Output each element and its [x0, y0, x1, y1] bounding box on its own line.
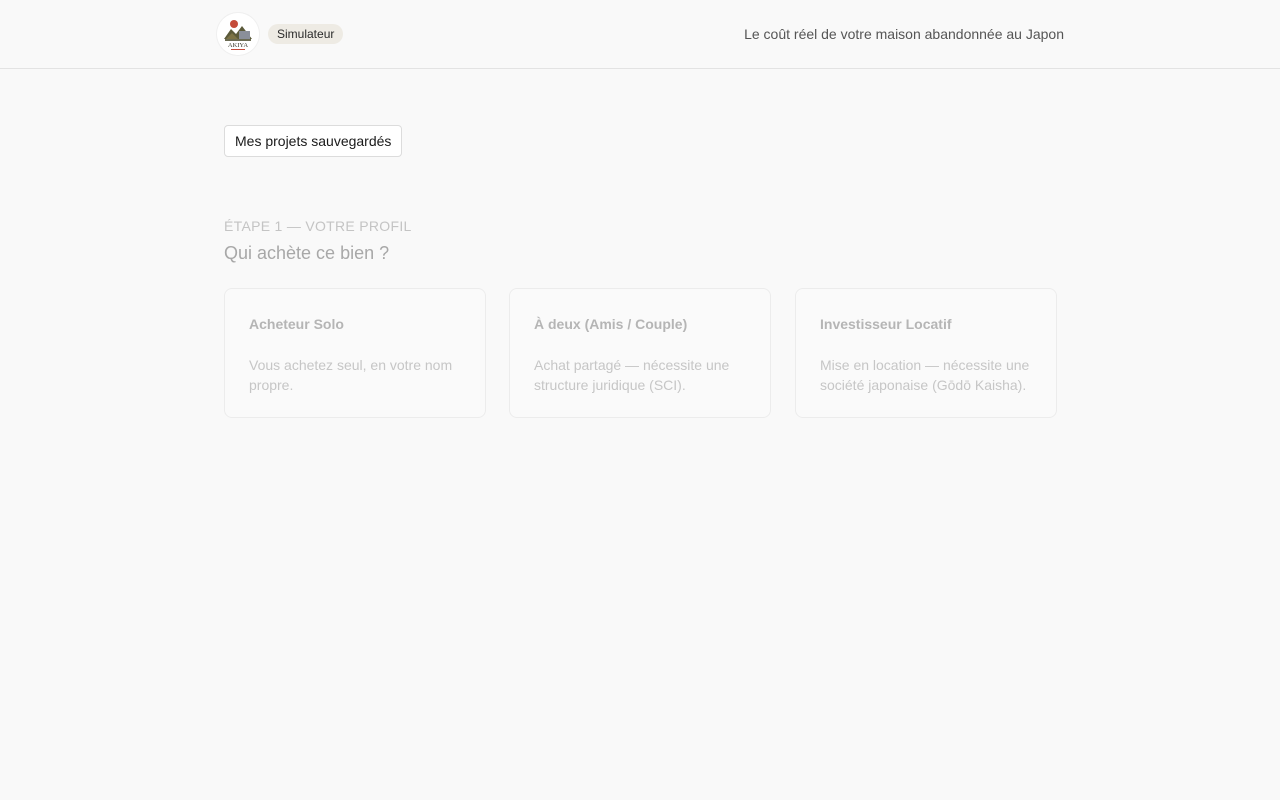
profile-card-title: Acheteur Solo: [249, 316, 344, 332]
saved-projects-button[interactable]: Mes projets sauvegardés: [224, 125, 403, 157]
profile-card-title: Investisseur Locatif: [820, 316, 952, 332]
profile-card-investor[interactable]: Investisseur Locatif Mise en location — …: [795, 288, 1057, 418]
profile-card-couple[interactable]: À deux (Amis / Couple) Achat partagé — n…: [509, 288, 771, 418]
simulator-badge: Simulateur: [268, 24, 344, 44]
profile-card-description: Vous achetez seul, en votre nom propre.: [249, 357, 453, 393]
step-question: Qui achète ce bien ?: [224, 243, 390, 263]
akiya-logo[interactable]: AKIYA: [217, 13, 259, 55]
top-bar: AKIYA Simulateur Le coût réel de votre m…: [0, 0, 1280, 69]
logo-wordmark: AKIYA: [228, 42, 249, 49]
step-label: ÉTAPE 1 — VOTRE PROFIL: [224, 218, 412, 234]
profile-card-solo[interactable]: Acheteur Solo Vous achetez seul, en votr…: [224, 288, 486, 418]
profile-card-description: Achat partagé — nécessite une structure …: [534, 357, 730, 393]
profile-card-title: À deux (Amis / Couple): [534, 316, 688, 332]
header-tagline: Le coût réel de votre maison abandonnée …: [744, 26, 1064, 42]
akiya-logo-image: AKIYA: [217, 13, 259, 55]
profile-card-description: Mise en location — nécessite une société…: [820, 357, 1030, 393]
